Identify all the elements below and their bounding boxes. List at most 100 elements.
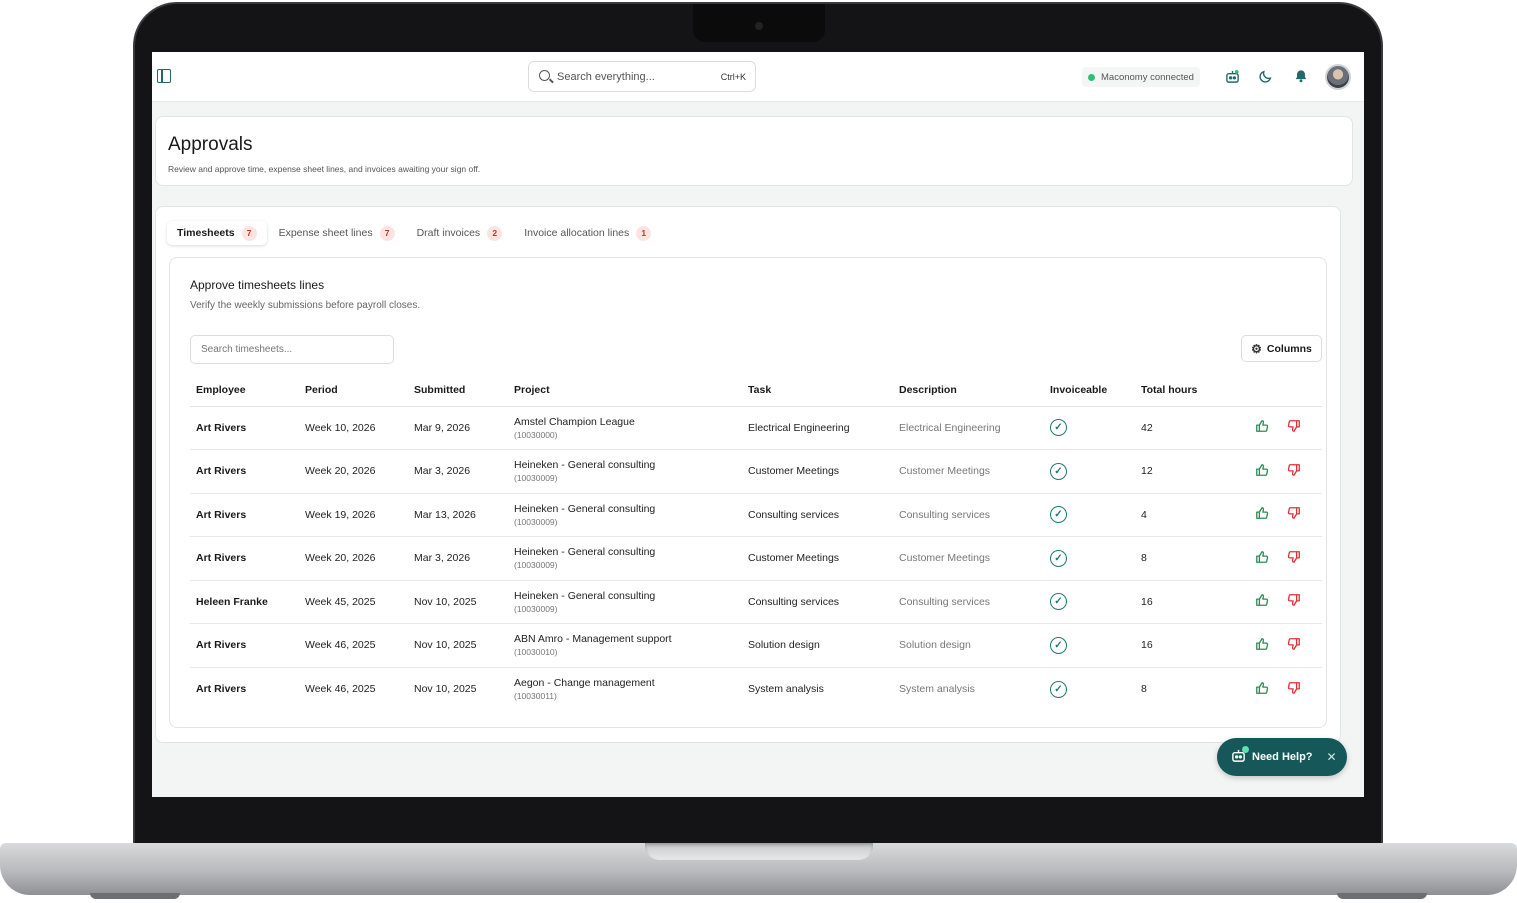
cell-total-hours: 16	[1135, 580, 1231, 624]
search-placeholder: Search everything...	[557, 71, 655, 83]
cell-employee: Art Rivers	[190, 536, 299, 581]
thumbs-up-icon[interactable]	[1255, 593, 1269, 610]
laptop-base-notch	[645, 843, 873, 860]
check-circle-icon: ✓	[1050, 506, 1067, 524]
timesheets-search-input[interactable]	[190, 335, 394, 364]
thumbs-down-icon[interactable]	[1287, 637, 1301, 654]
page-title: Approvals	[168, 134, 253, 155]
sidebar-toggle-icon[interactable]	[157, 69, 171, 83]
section-subtitle: Verify the weekly submissions before pay…	[190, 300, 421, 311]
assistant-bot-icon[interactable]	[1223, 67, 1241, 85]
cell-project: Aegon - Change management (10030011)	[508, 667, 742, 711]
gear-icon: ⚙	[1251, 341, 1262, 356]
column-header-actions	[1231, 374, 1322, 407]
thumbs-up-icon[interactable]	[1255, 637, 1269, 654]
column-header-submitted[interactable]: Submitted	[408, 374, 508, 407]
cell-period: Week 45, 2025	[299, 580, 408, 624]
table-row[interactable]: Heleen Franke Week 45, 2025 Nov 10, 2025 He…	[190, 580, 1322, 624]
laptop-foot	[90, 893, 180, 899]
cell-total-hours: 16	[1135, 623, 1231, 668]
project-name: Heineken - General consulting	[514, 546, 656, 559]
connection-status-text: Maconomy connected	[1101, 71, 1194, 83]
page-subtitle: Review and approve time, expense sheet l…	[168, 164, 481, 174]
camera-icon	[755, 22, 763, 30]
cell-total-hours: 42	[1135, 406, 1231, 450]
column-header-total-hours[interactable]: Total hours	[1135, 374, 1231, 407]
tab-draft-invoices[interactable]: Draft invoices 2	[407, 221, 513, 245]
notifications-bell-icon[interactable]	[1292, 67, 1310, 85]
column-header-period[interactable]: Period	[299, 374, 408, 407]
tab-label: Invoice allocation lines	[524, 227, 630, 239]
cell-task: Consulting services	[742, 580, 893, 624]
thumbs-down-icon[interactable]	[1287, 419, 1301, 436]
check-circle-icon: ✓	[1050, 462, 1067, 480]
tab-label: Timesheets	[177, 227, 235, 239]
cell-actions	[1231, 580, 1322, 624]
check-circle-icon: ✓	[1050, 419, 1067, 437]
project-code: (10030009)	[514, 603, 558, 614]
cell-description: Consulting services	[893, 493, 1044, 537]
thumbs-up-icon[interactable]	[1255, 506, 1269, 523]
user-avatar[interactable]	[1325, 64, 1351, 90]
tab-timesheets[interactable]: Timesheets 7	[167, 221, 267, 245]
column-header-task[interactable]: Task	[742, 374, 893, 407]
cell-task: Consulting services	[742, 493, 893, 537]
thumbs-down-icon[interactable]	[1287, 550, 1301, 567]
cell-actions	[1231, 667, 1322, 711]
thumbs-down-icon[interactable]	[1287, 593, 1301, 610]
column-header-project[interactable]: Project	[508, 374, 742, 407]
table-row[interactable]: Art Rivers Week 10, 2026 Mar 9, 2026 Amstel…	[190, 406, 1322, 450]
column-header-invoiceable[interactable]: Invoiceable	[1044, 374, 1135, 407]
project-code: (10030009)	[514, 516, 558, 527]
tab-count-badge: 7	[379, 225, 395, 241]
table-row[interactable]: Art Rivers Week 46, 2025 Nov 10, 2025 Aegon…	[190, 667, 1322, 711]
cell-project: Heineken - General consulting (10030009)	[508, 493, 742, 537]
cell-period: Week 46, 2025	[305, 683, 376, 695]
table-row[interactable]: Art Rivers Week 20, 2026 Mar 3, 2026 Heinek…	[190, 449, 1322, 494]
project-name: Heineken - General consulting	[514, 502, 656, 515]
cell-employee: Art Rivers	[190, 623, 299, 668]
table-row[interactable]: Art Rivers Week 20, 2026 Mar 3, 2026 Heinek…	[190, 536, 1322, 581]
thumbs-up-icon[interactable]	[1255, 681, 1269, 698]
thumbs-down-icon[interactable]	[1287, 681, 1301, 698]
columns-button[interactable]: ⚙ Columns	[1241, 335, 1322, 362]
table-row[interactable]: Art Rivers Week 46, 2025 Nov 10, 2025 ABN A…	[190, 623, 1322, 668]
cell-project: Heineken - General consulting (10030009)	[508, 580, 742, 624]
table-header-row: Employee Period Submitted Project Task D…	[190, 374, 1322, 407]
cell-description: System analysis	[899, 683, 975, 695]
project-code: (10030010)	[514, 647, 558, 658]
close-icon[interactable]: ✕	[1327, 750, 1337, 764]
thumbs-up-icon[interactable]	[1255, 419, 1269, 436]
tab-invoice-allocation-lines[interactable]: Invoice allocation lines 1	[514, 221, 661, 245]
cell-employee: Art Rivers	[190, 406, 299, 450]
dark-mode-moon-icon[interactable]	[1257, 67, 1275, 85]
thumbs-up-icon[interactable]	[1255, 463, 1269, 480]
cell-submitted: Nov 10, 2025	[408, 623, 508, 668]
page-header-card: Approvals Review and approve time, expen…	[155, 116, 1353, 186]
column-header-description[interactable]: Description	[893, 374, 1044, 407]
timesheets-table: Employee Period Submitted Project Task D…	[190, 374, 1322, 711]
thumbs-down-icon[interactable]	[1287, 506, 1301, 523]
project-name: Amstel Champion League	[514, 415, 635, 428]
table-row[interactable]: Art Rivers Week 19, 2026 Mar 13, 2026 Heine…	[190, 493, 1322, 537]
cell-submitted: Mar 3, 2026	[408, 536, 508, 581]
cell-description: Electrical Engineering	[893, 406, 1044, 450]
global-search-input[interactable]: Search everything... Ctrl+K	[528, 61, 756, 92]
thumbs-down-icon[interactable]	[1287, 463, 1301, 480]
cell-period: Week 20, 2026	[299, 449, 408, 494]
thumbs-up-icon[interactable]	[1255, 550, 1269, 567]
cell-employee: Art Rivers	[190, 449, 299, 494]
project-name: ABN Amro - Management support	[514, 633, 672, 646]
tab-count-badge: 2	[487, 225, 503, 241]
status-dot-icon	[1088, 73, 1095, 81]
column-header-employee[interactable]: Employee	[190, 374, 299, 407]
tab-expense-sheet-lines[interactable]: Expense sheet lines 7	[269, 221, 405, 245]
columns-button-label: Columns	[1266, 342, 1312, 355]
search-shortcut: Ctrl+K	[720, 72, 746, 82]
cell-submitted: Mar 13, 2026	[408, 493, 508, 537]
cell-project: Amstel Champion League (10030000)	[508, 406, 742, 450]
cell-description: Solution design	[893, 623, 1044, 668]
project-code: (10030009)	[514, 473, 558, 484]
cell-employee: Art Rivers	[196, 683, 247, 695]
need-help-button[interactable]: Need Help? ✕	[1217, 738, 1347, 776]
